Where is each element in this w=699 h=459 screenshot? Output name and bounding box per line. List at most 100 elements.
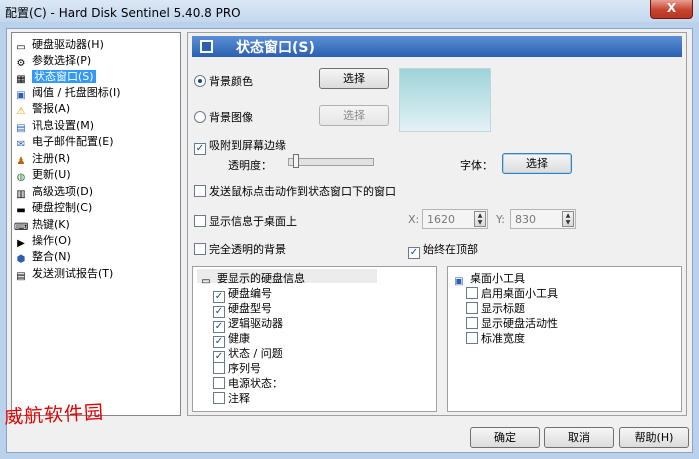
gadget-label: 标准宽度	[481, 332, 525, 345]
spin-arrows-icon[interactable]: ▲ ▼	[562, 211, 574, 227]
sidebar-item-messages[interactable]: ▤ 讯息设置(M)	[14, 118, 177, 134]
disk-info-label: 电源状态：	[228, 377, 283, 390]
sidebar-item-label: 热键(K)	[32, 218, 70, 231]
watermark-text: 威航软件园	[3, 401, 105, 429]
y-position-spinner[interactable]: 830 ▲ ▼	[510, 209, 576, 229]
disk-info-label: 状态 / 问题	[228, 347, 283, 360]
disk-info-item[interactable]: 电源状态：	[213, 375, 283, 391]
status-window-panel: 状态窗口(S) 背景颜色 选择 背景图像 选择 ✓ 吸附到屏幕边缘 透明度： 字体…	[187, 32, 687, 416]
checkbox-icon	[213, 377, 225, 389]
gadget-header: 桌面小工具	[470, 272, 525, 285]
sidebar-item-alerts[interactable]: ⚠ 警报(A)	[14, 101, 177, 117]
help-button[interactable]: 帮助(H)	[619, 427, 689, 448]
show-desktop-checkbox[interactable]: 显示信息于桌面上	[194, 213, 297, 229]
snap-edges-checkbox[interactable]: ✓ 吸附到屏幕边缘	[194, 137, 286, 155]
gadget-item[interactable]: 启用桌面小工具	[466, 285, 558, 301]
sidebar-item-hdd[interactable]: ▭ 硬盘驱动器(H)	[14, 37, 177, 53]
font-label: 字体：	[460, 159, 493, 172]
select-image-button[interactable]: 选择	[319, 105, 389, 126]
sidebar-item-label: 更新(U)	[32, 168, 71, 181]
sidebar-item-hotkeys[interactable]: ⌨ 热键(K)	[14, 217, 177, 233]
background-color-swatch[interactable]	[399, 68, 491, 132]
gadget-label: 显示标题	[481, 302, 525, 315]
hdd-icon: ▭	[201, 276, 211, 287]
disk-info-label: 注释	[228, 392, 250, 405]
disk-info-label: 硬盘编号	[228, 287, 272, 300]
panel-header: 状态窗口(S)	[192, 36, 682, 57]
sidebar-item-integration[interactable]: ⬢ 整合(N)	[14, 249, 177, 265]
transparent-bg-label: 完全透明的背景	[209, 243, 286, 256]
snap-edges-label: 吸附到屏幕边缘	[209, 139, 286, 152]
sidebar-item-advanced[interactable]: ▥ 高级选项(D)	[14, 184, 177, 200]
bg-color-label: 背景颜色	[209, 75, 253, 88]
sidebar-item-disk-control[interactable]: ▬ 硬盘控制(C)	[14, 200, 177, 216]
desktop-gadget-tree: ▣ 桌面小工具 启用桌面小工具 显示标题 显示硬盘活动性 标准宽度	[447, 266, 682, 412]
sidebar-item-update[interactable]: ◍ 更新(U)	[14, 167, 177, 183]
transparency-label: 透明度：	[228, 159, 272, 172]
window-icon	[200, 40, 213, 53]
gadget-item[interactable]: 显示标题	[466, 300, 525, 316]
sidebar-item-label: 操作(O)	[32, 234, 72, 247]
transparent-bg-checkbox[interactable]: 完全透明的背景	[194, 241, 286, 257]
checkbox-icon	[466, 287, 478, 299]
transparency-slider-thumb[interactable]	[293, 154, 299, 168]
sidebar-item-label: 参数选择(P)	[32, 54, 92, 67]
ok-button[interactable]: 确定	[470, 427, 540, 448]
dialog-client: ▭ 硬盘驱动器(H) ⚙ 参数选择(P) ▦ 状态窗口(S) ▣ 阈值 / 托盘图标(I…	[6, 28, 693, 453]
always-on-top-label: 始终在顶部	[423, 243, 478, 256]
sidebar-item-label: 整合(N)	[32, 250, 71, 263]
disk-info-tree: ▭ 要显示的硬盘信息 ✓ 硬盘编号 ✓ 硬盘型号 ✓ 逻辑驱动器 ✓ 健康 ✓ 状态 / 问…	[192, 266, 437, 412]
sidebar-item-register[interactable]: ♟ 注册(R)	[14, 151, 177, 167]
sidebar-item-send-report[interactable]: ▤ 发送测试报告(T)	[14, 266, 177, 282]
sidebar-item-label: 硬盘驱动器(H)	[32, 38, 104, 51]
close-button[interactable]: X	[650, 0, 693, 19]
sidebar-item-label: 硬盘控制(C)	[32, 201, 93, 214]
sidebar-item-preferences[interactable]: ⚙ 参数选择(P)	[14, 53, 177, 69]
bg-color-radio[interactable]: 背景颜色	[194, 73, 253, 89]
disk-info-item[interactable]: 注释	[213, 390, 250, 406]
title-bar: 配置(C) - Hard Disk Sentinel 5.40.8 PRO X	[0, 0, 699, 22]
sidebar-item-label: 警报(A)	[32, 102, 71, 115]
email-icon: ✉	[16, 139, 26, 150]
checkbox-icon	[466, 332, 478, 344]
window-title: 配置(C) - Hard Disk Sentinel 5.40.8 PRO	[5, 6, 241, 20]
disk-info-header: 要显示的硬盘信息	[217, 272, 305, 285]
sidebar-item-actions[interactable]: ▶ 操作(O)	[14, 233, 177, 249]
sidebar-item-label: 讯息设置(M)	[32, 119, 95, 132]
radio-selected-icon	[194, 75, 206, 87]
gadget-item[interactable]: 标准宽度	[466, 330, 525, 346]
gadget-label: 启用桌面小工具	[481, 287, 558, 300]
update-globe-icon: ◍	[16, 172, 26, 183]
bg-image-radio[interactable]: 背景图像	[194, 109, 253, 125]
disk-control-icon: ▬	[16, 205, 26, 216]
sidebar-item-email[interactable]: ✉ 电子邮件配置(E)	[14, 134, 177, 150]
x-label: X:	[408, 213, 420, 226]
transparency-slider-track[interactable]	[288, 158, 374, 166]
disk-info-label: 健康	[228, 332, 250, 345]
send-click-checkbox[interactable]: 发送鼠标点击动作到状态窗口下的窗口	[194, 183, 396, 199]
disk-info-label: 序列号	[228, 362, 261, 375]
gadget-item[interactable]: 显示硬盘活动性	[466, 315, 558, 331]
select-color-button[interactable]: 选择	[319, 68, 389, 89]
show-desktop-label: 显示信息于桌面上	[209, 215, 297, 228]
x-position-spinner[interactable]: 1620 ▲ ▼	[422, 209, 488, 229]
spin-arrows-icon[interactable]: ▲ ▼	[474, 211, 486, 227]
sidebar-item-label: 阈值 / 托盘图标(I)	[32, 86, 121, 99]
bg-image-label: 背景图像	[209, 111, 253, 124]
integration-icon: ⬢	[16, 254, 26, 265]
sidebar-item-label: 状态窗口(S)	[32, 70, 96, 83]
sidebar-item-tray[interactable]: ▣ 阈值 / 托盘图标(I)	[14, 85, 177, 101]
send-click-label: 发送鼠标点击动作到状态窗口下的窗口	[209, 185, 396, 198]
warning-icon: ⚠	[16, 106, 26, 117]
select-font-button[interactable]: 选择	[502, 153, 572, 174]
checkbox-icon	[194, 243, 206, 255]
checkbox-icon	[213, 362, 225, 374]
disk-info-item[interactable]: 序列号	[213, 360, 261, 376]
always-on-top-checkbox[interactable]: ✓ 始终在顶部	[408, 241, 478, 259]
cancel-button[interactable]: 取消	[544, 427, 614, 448]
y-label: Y:	[496, 213, 505, 226]
checkbox-icon	[194, 215, 206, 227]
sidebar: ▭ 硬盘驱动器(H) ⚙ 参数选择(P) ▦ 状态窗口(S) ▣ 阈值 / 托盘图标(I…	[11, 32, 181, 416]
y-value: 830	[515, 213, 536, 226]
sidebar-item-status-window[interactable]: ▦ 状态窗口(S)	[14, 69, 177, 85]
